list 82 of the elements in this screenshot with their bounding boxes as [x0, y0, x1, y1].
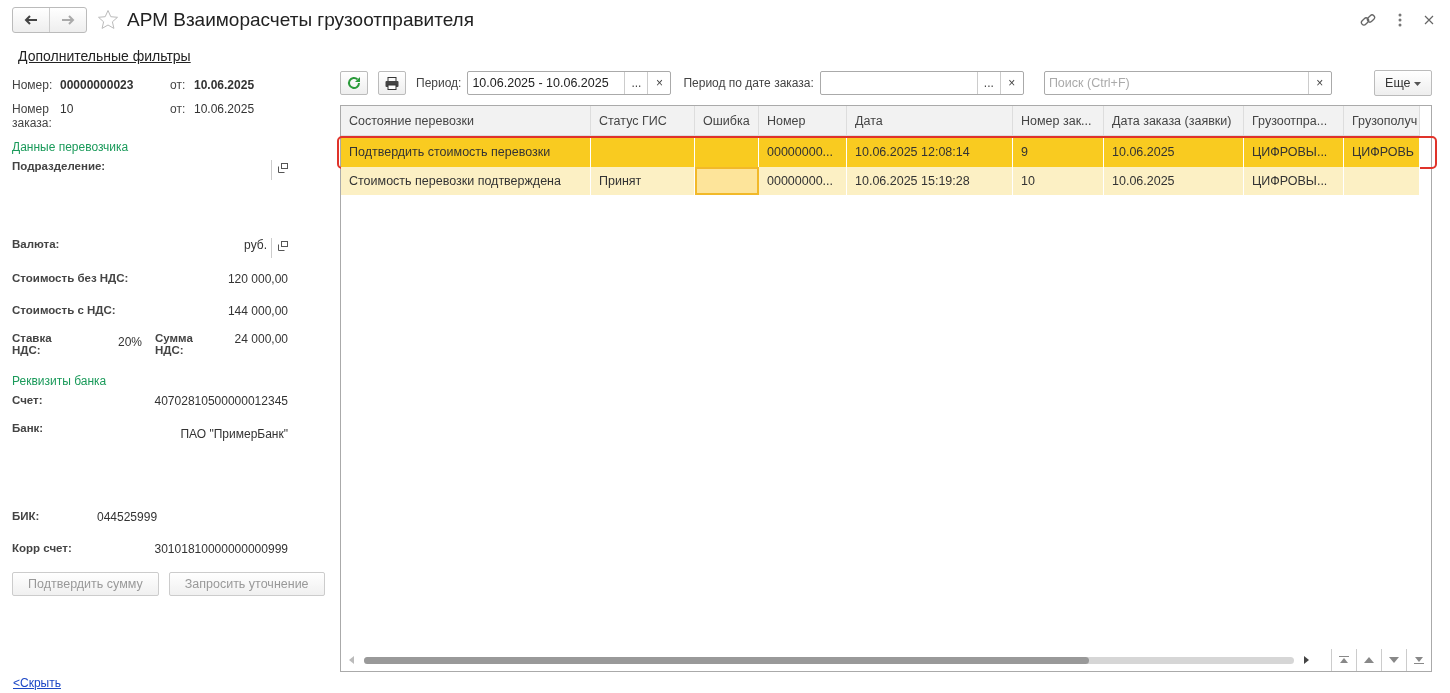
column-header[interactable]: Состояние перевозки: [341, 106, 591, 136]
period-field[interactable]: 10.06.2025 - 10.06.2025 ... ×: [467, 71, 672, 95]
field-value: 40702810500000012345: [154, 394, 288, 408]
table-cell: 10.06.2025: [1104, 136, 1244, 167]
field-label: Стоимость с НДС:: [12, 304, 116, 316]
section-title: Реквизиты банка: [12, 374, 108, 388]
link-icon[interactable]: [1360, 12, 1376, 28]
up-triangle-icon: [1364, 657, 1374, 663]
table-cell: ЦИФРОВЫ...: [1244, 136, 1344, 167]
field-label: Номер заказа:: [12, 102, 53, 130]
section-title: Данные перевозчика: [12, 140, 130, 154]
field-label: Счет:: [12, 394, 43, 406]
refresh-button[interactable]: [340, 71, 368, 95]
scrollbar-track[interactable]: [364, 656, 1294, 664]
table-cell: 00000000...: [759, 167, 847, 195]
field-value: 10.06.2025: [194, 78, 255, 92]
column-header[interactable]: Ошибка: [695, 106, 759, 136]
column-header[interactable]: Дата заказа (заявки): [1104, 106, 1244, 136]
search-field[interactable]: Поиск (Ctrl+F) ×: [1043, 71, 1332, 95]
window-title: АРМ Взаиморасчеты грузоотправителя: [127, 9, 474, 31]
column-header[interactable]: Грузоотпра...: [1244, 106, 1344, 136]
table-cell: ЦИФРОВЬ: [1344, 136, 1420, 167]
field-value: 30101810000000000999: [154, 542, 288, 556]
scrollbar-thumb[interactable]: [364, 656, 1089, 664]
field-label: Ставка НДС:: [12, 332, 53, 356]
table-cell: 10.06.2025 15:19:28: [847, 167, 1013, 195]
period-label: Период:: [416, 76, 462, 90]
field-value: ПАО "ПримерБанк": [180, 427, 288, 441]
order-period-label: Период по дате заказа:: [683, 76, 814, 90]
more-button[interactable]: Еще: [1374, 70, 1432, 96]
scroll-left-icon[interactable]: [349, 656, 354, 664]
column-header[interactable]: Номер зак...: [1013, 106, 1104, 136]
table-cell: 10.06.2025: [1104, 167, 1244, 195]
table-cell: ЦИФРОВЫ...: [1244, 167, 1344, 195]
field-value: 120 000,00: [227, 272, 288, 286]
field-value: 10.06.2025: [194, 102, 255, 116]
refresh-icon: [347, 76, 361, 90]
table-cell: Подтвердить стоимость перевозки: [341, 136, 591, 167]
column-header[interactable]: Номер: [759, 106, 847, 136]
table-cell: 10: [1013, 167, 1104, 195]
field-label: Номер:: [12, 78, 54, 92]
field-label: Корр счет:: [12, 542, 72, 554]
order-period-field[interactable]: ... ×: [819, 71, 1024, 95]
down-triangle-icon: [1389, 657, 1399, 663]
table-cell: 00000000...: [759, 136, 847, 167]
open-window-icon[interactable]: [278, 241, 288, 251]
field-value: 00000000023: [60, 78, 135, 92]
field-label: БИК:: [12, 510, 41, 522]
printer-icon: [385, 76, 399, 90]
close-icon[interactable]: [1424, 15, 1434, 25]
open-window-icon[interactable]: [278, 163, 288, 173]
double-up-icon: [1339, 656, 1349, 664]
field-label: Стоимость без НДС:: [12, 272, 129, 284]
field-value: 144 000,00: [227, 304, 288, 318]
field-value: руб.: [244, 238, 267, 252]
print-button[interactable]: [378, 71, 406, 95]
caret-icon: [1414, 81, 1421, 86]
table-cell: Стоимость перевозки подтверждена: [341, 167, 591, 195]
field-value: 20%: [116, 335, 142, 349]
star-icon[interactable]: [97, 9, 119, 31]
table-cell: 9: [1013, 136, 1104, 167]
field-label: от:: [170, 78, 187, 92]
field-label: от:: [170, 102, 187, 116]
field-label: Банк:: [12, 422, 44, 434]
double-down-icon: [1414, 656, 1424, 664]
field-value: 10: [60, 102, 75, 116]
field-value: 044525999: [97, 510, 158, 524]
field-label: Валюта:: [12, 238, 60, 250]
back-arrow-icon: [24, 15, 38, 25]
column-header[interactable]: Дата: [847, 106, 1013, 136]
forward-arrow-icon: [61, 15, 75, 25]
more-options-icon[interactable]: [1398, 13, 1402, 27]
column-header[interactable]: Грузополуч: [1344, 106, 1420, 136]
additional-filters-link[interactable]: Дополнительные фильтры: [18, 48, 191, 64]
table-cell: Принят: [591, 167, 695, 195]
scroll-right-icon[interactable]: [1304, 656, 1309, 664]
column-header[interactable]: Статус ГИС: [591, 106, 695, 136]
field-value: 24 000,00: [234, 332, 288, 346]
field-label: Подразделение:: [12, 160, 106, 172]
table-cell: 10.06.2025 12:08:14: [847, 136, 1013, 167]
field-label: Сумма НДС:: [155, 332, 194, 356]
hide-link[interactable]: <Скрыть: [13, 676, 61, 690]
